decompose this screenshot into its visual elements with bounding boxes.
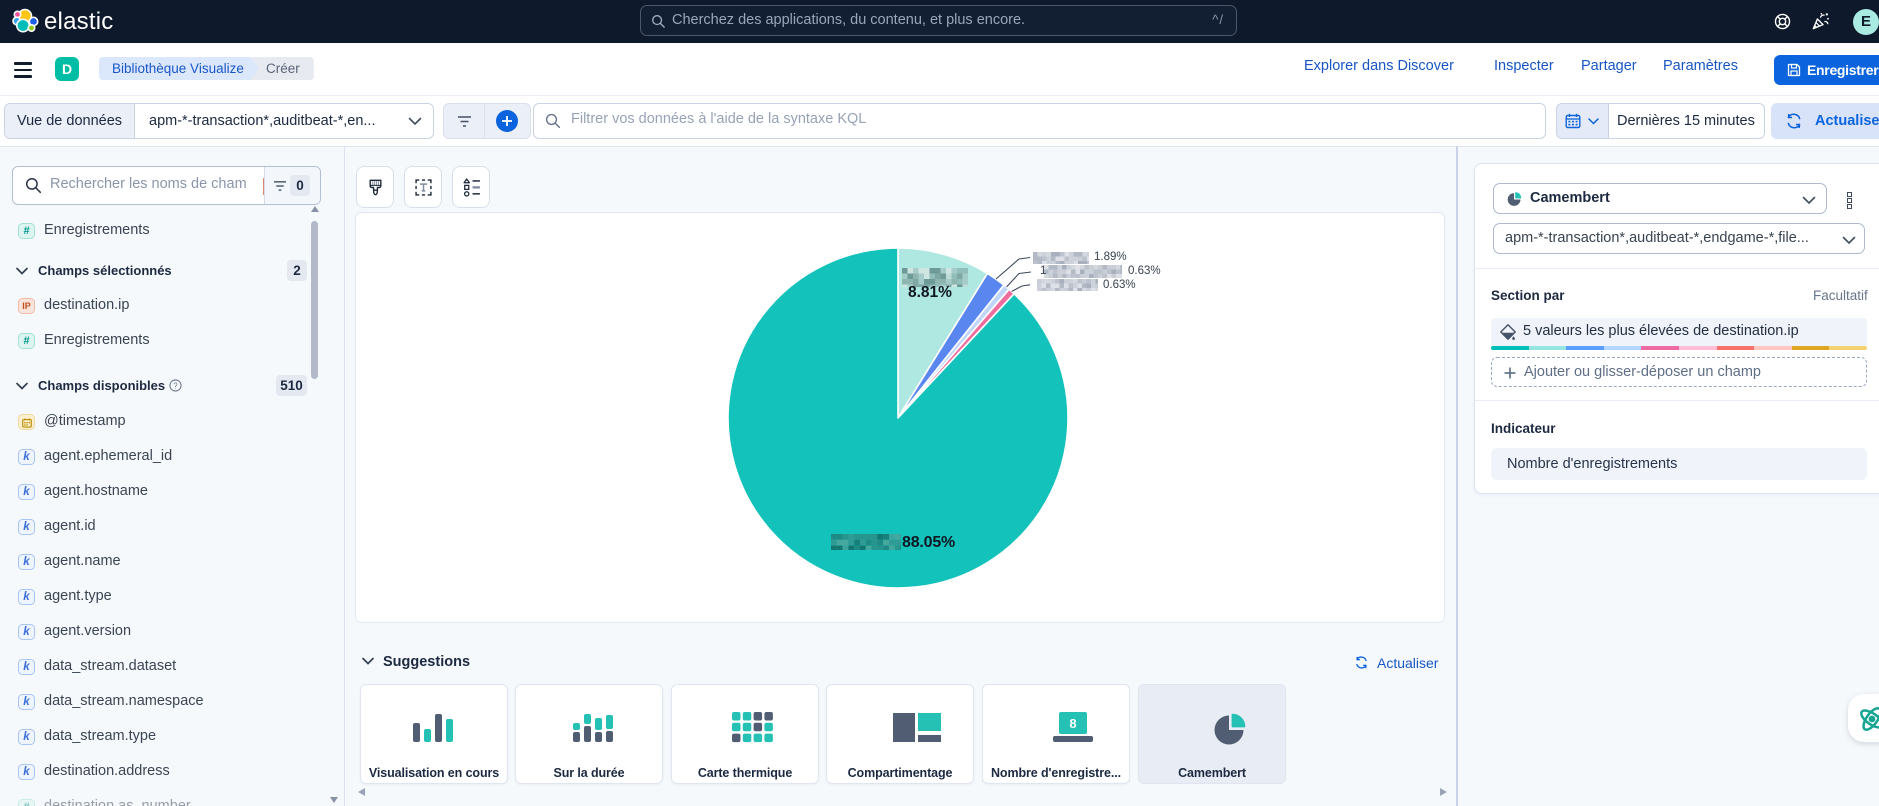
svg-text:?: ? — [173, 381, 178, 390]
svg-text:8: 8 — [1069, 716, 1076, 731]
